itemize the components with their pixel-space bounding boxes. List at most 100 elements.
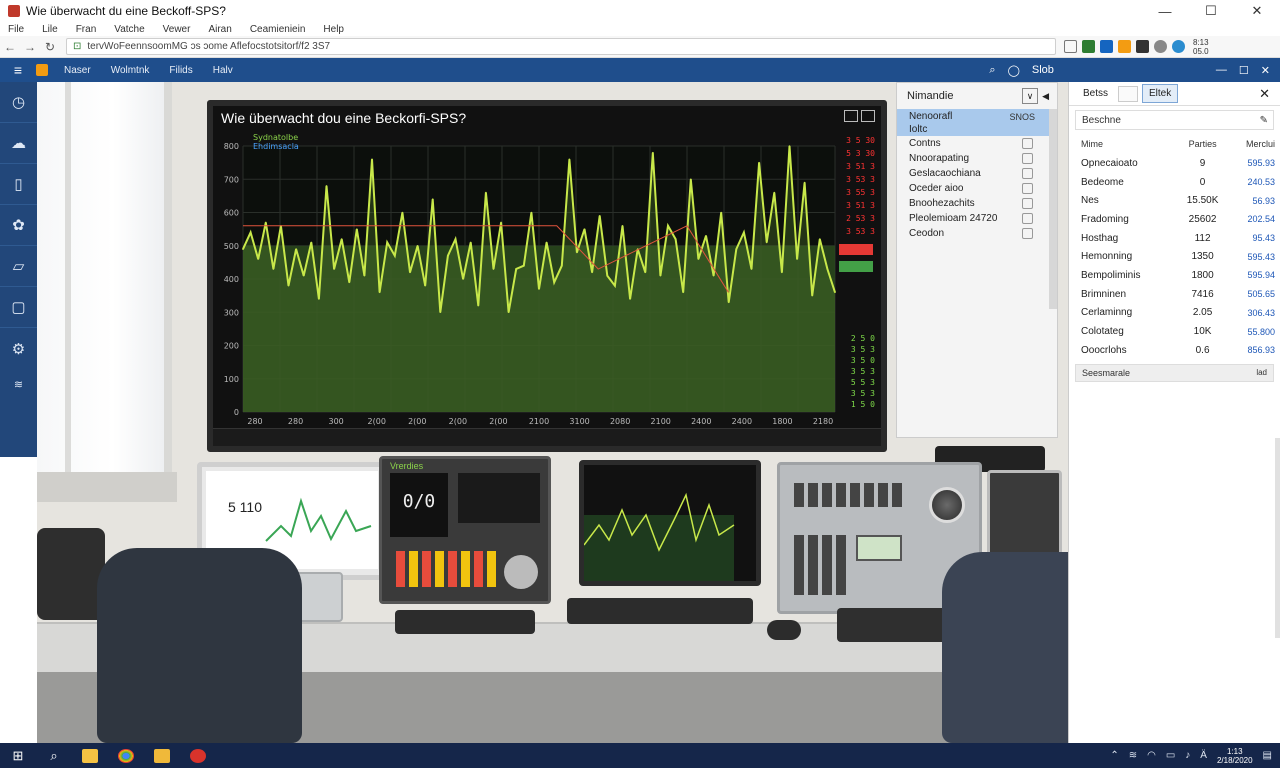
profile-icon[interactable] — [1154, 40, 1167, 53]
list-item[interactable]: Ceodon — [897, 226, 1057, 241]
column-header-name[interactable]: Mime — [1081, 134, 1177, 154]
properties-search[interactable]: Beschne ✎ — [1075, 110, 1274, 130]
collapse-icon[interactable]: ◀ — [1042, 91, 1049, 102]
checkbox[interactable] — [1022, 213, 1033, 224]
taskbar-explorer[interactable] — [72, 743, 108, 768]
column-header-value[interactable]: Merclui — [1228, 134, 1275, 154]
sidebar-gear-icon[interactable]: ⚙ — [0, 328, 37, 369]
menu-fran[interactable]: Fran — [76, 24, 97, 35]
menu-ceamieniein[interactable]: Ceamieniein — [250, 24, 306, 35]
table-row[interactable]: Opnecaioato 9 595.93 — [1081, 154, 1275, 173]
list-item[interactable]: Contns — [897, 136, 1057, 151]
menu-vatche[interactable]: Vatche — [114, 24, 144, 35]
taskbar-app[interactable] — [180, 743, 216, 768]
sidebar-puzzle-icon[interactable]: ✿ — [0, 205, 37, 246]
toolbar-item-wolmtnk[interactable]: Wolmtnk — [111, 65, 150, 76]
data-point — [606, 274, 609, 277]
close-icon[interactable]: ✕ — [1259, 86, 1270, 102]
back-arrow-icon[interactable]: ← — [0, 40, 20, 54]
toolbar-item-halv[interactable]: Halv — [213, 65, 233, 76]
data-point — [386, 241, 389, 244]
restore-panel-icon[interactable]: ☐ — [1239, 64, 1249, 77]
sidebar-clock-icon[interactable]: ◷ — [0, 82, 37, 123]
language-icon[interactable]: Ä — [1200, 750, 1207, 761]
forward-arrow-icon[interactable]: → — [20, 40, 40, 54]
menu-airan[interactable]: Airan — [208, 24, 231, 35]
table-row[interactable]: Brimninen 7416 505.65 — [1081, 285, 1275, 304]
properties-footer[interactable]: Seesmarale lad — [1075, 363, 1274, 382]
close-button[interactable]: ✕ — [1234, 0, 1280, 22]
checkbox[interactable] — [1022, 153, 1033, 164]
list-item[interactable]: Oceder aioo — [897, 181, 1057, 196]
tab-empty[interactable] — [1118, 85, 1139, 102]
taskbar-clock[interactable]: 1:13 2/18/2020 — [1217, 747, 1253, 765]
checkbox[interactable] — [1022, 198, 1033, 209]
search-icon[interactable]: ⌕ — [989, 64, 995, 77]
data-point — [401, 211, 404, 214]
tab-eltek[interactable]: Eltek — [1142, 84, 1179, 103]
menu-file[interactable]: File — [8, 24, 24, 35]
list-item[interactable]: Geslacaochiana — [897, 166, 1057, 181]
sidebar-signal-icon[interactable]: ≋ — [0, 369, 37, 399]
monitor-close-icon[interactable] — [861, 110, 875, 122]
table-row[interactable]: Fradoming 25602 202.54 — [1081, 210, 1275, 229]
list-scrollbar[interactable] — [1049, 109, 1057, 309]
sidebar-book-icon[interactable]: ▯ — [0, 164, 37, 205]
menu-help[interactable]: Help — [323, 24, 344, 35]
list-item[interactable]: Bnoohezachits — [897, 196, 1057, 211]
checkbox[interactable] — [1022, 138, 1033, 149]
battery-icon[interactable]: ▭ — [1166, 750, 1175, 761]
toolbar-item-filids[interactable]: Filids — [169, 65, 192, 76]
chevron-down-icon[interactable]: ∨ — [1022, 88, 1039, 104]
taskbar-browser[interactable] — [108, 743, 144, 768]
reload-icon[interactable]: ↻ — [40, 40, 60, 54]
extension-blue-icon[interactable] — [1100, 40, 1113, 53]
monitor-minimize-icon[interactable] — [844, 110, 858, 122]
table-row[interactable]: Hosthag 112 95.43 — [1081, 229, 1275, 248]
minimize-panel-icon[interactable]: — — [1216, 64, 1227, 76]
table-row[interactable]: Bedeome 0 240.53 — [1081, 173, 1275, 192]
checkbox[interactable] — [1022, 228, 1033, 239]
tab-betss[interactable]: Betss — [1077, 85, 1114, 102]
toolbar-item-naser[interactable]: Naser — [64, 65, 91, 76]
checkbox[interactable] — [1022, 183, 1033, 194]
table-row[interactable]: Colotateg 10K 55.800 — [1081, 322, 1275, 341]
close-panel-icon[interactable]: ✕ — [1261, 64, 1270, 77]
table-row[interactable]: Ooocrlohs 0.6 856.93 — [1081, 341, 1275, 360]
wifi-icon[interactable]: ◠ — [1147, 750, 1156, 761]
column-header-parties[interactable]: Parties — [1177, 134, 1228, 154]
network-icon[interactable]: ≋ — [1129, 750, 1137, 761]
sidebar-screen-icon[interactable]: ▢ — [0, 287, 37, 328]
toolbar-right-label[interactable]: Slob — [1032, 64, 1054, 76]
start-button[interactable]: ⊞ — [0, 743, 36, 768]
menu-lile[interactable]: Lile — [42, 24, 58, 35]
notifications-icon[interactable]: ▤ — [1263, 750, 1272, 761]
volume-icon[interactable]: ♪ — [1185, 750, 1190, 761]
table-row[interactable]: Nes 15.50K 56.93 — [1081, 191, 1275, 210]
pencil-icon[interactable]: ✎ — [1260, 115, 1268, 126]
extension-dark-icon[interactable] — [1136, 40, 1149, 53]
search-icon[interactable]: ⌕ — [36, 743, 72, 768]
list-item[interactable]: Nnoorapating — [897, 151, 1057, 166]
address-input[interactable]: ⊡ tervWoFeennsoomMG ɔs ɔome Aflefocstots… — [66, 38, 1056, 55]
list-item[interactable]: Pleolemioam 24720 — [897, 211, 1057, 226]
table-row[interactable]: Cerlaminng 2.05 306.43 — [1081, 304, 1275, 323]
minimize-button[interactable]: — — [1142, 0, 1188, 22]
bookmark-star-icon[interactable] — [1064, 40, 1077, 53]
list-item-selected[interactable]: Nenoorafl SNOS — [897, 109, 1057, 124]
table-row[interactable]: Hemonning 1350 595.43 — [1081, 247, 1275, 266]
hamburger-menu-icon[interactable]: ≡ — [0, 62, 36, 78]
sidebar-cloud-icon[interactable]: ☁ — [0, 123, 37, 164]
sync-icon[interactable] — [1172, 40, 1185, 53]
taskbar-folder[interactable] — [144, 743, 180, 768]
chat-icon[interactable]: ◯ — [1008, 64, 1020, 77]
maximize-button[interactable]: ☐ — [1188, 0, 1234, 22]
table-row[interactable]: Bempoliminis 1800 595.94 — [1081, 266, 1275, 285]
shield-icon[interactable] — [1082, 40, 1095, 53]
menu-vewer[interactable]: Vewer — [163, 24, 191, 35]
sidebar-box-icon[interactable]: ▱ — [0, 246, 37, 287]
checkbox[interactable] — [1022, 168, 1033, 179]
extension-orange-icon[interactable] — [1118, 40, 1131, 53]
chevron-up-icon[interactable]: ⌃ — [1110, 750, 1118, 761]
properties-scrollbar[interactable] — [1275, 438, 1280, 638]
